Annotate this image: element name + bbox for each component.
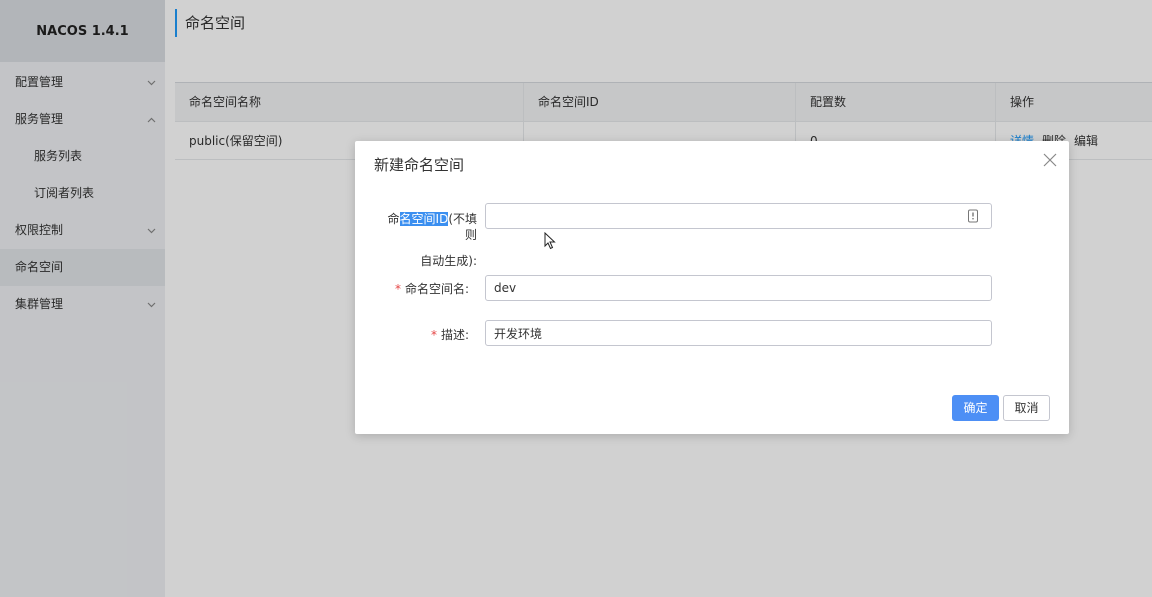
required-mark: * bbox=[394, 282, 401, 296]
description-label: * 描述: bbox=[431, 326, 469, 343]
description-input[interactable] bbox=[485, 320, 992, 346]
description-label-text: 描述: bbox=[440, 328, 469, 342]
namespace-id-label-line2: 自动生成): bbox=[420, 254, 477, 268]
namespace-id-label: 命名空间ID(不填则 自动生成): bbox=[377, 207, 477, 269]
namespace-name-label-text: 命名空间名: bbox=[404, 282, 469, 296]
new-namespace-dialog: 新建命名空间 命名空间ID(不填则 自动生成): *命名空间名: *描述: 确定… bbox=[355, 141, 1069, 434]
lock-icon bbox=[967, 209, 979, 223]
close-icon[interactable] bbox=[1043, 153, 1057, 167]
namespace-id-label-part: (不填则 bbox=[448, 212, 477, 242]
confirm-button[interactable]: 确定 bbox=[952, 395, 999, 421]
namespace-name-label: * 命名空间名: bbox=[395, 280, 469, 297]
namespace-name-input[interactable] bbox=[485, 275, 992, 301]
dialog-title: 新建命名空间 bbox=[374, 156, 465, 174]
mouse-cursor-icon bbox=[544, 231, 556, 250]
selected-text-highlight: 名空间ID bbox=[399, 212, 449, 226]
cancel-button[interactable]: 取消 bbox=[1003, 395, 1050, 421]
namespace-id-input[interactable] bbox=[485, 203, 992, 229]
required-mark: * bbox=[430, 328, 437, 342]
namespace-id-label-part: 命 bbox=[387, 212, 400, 226]
